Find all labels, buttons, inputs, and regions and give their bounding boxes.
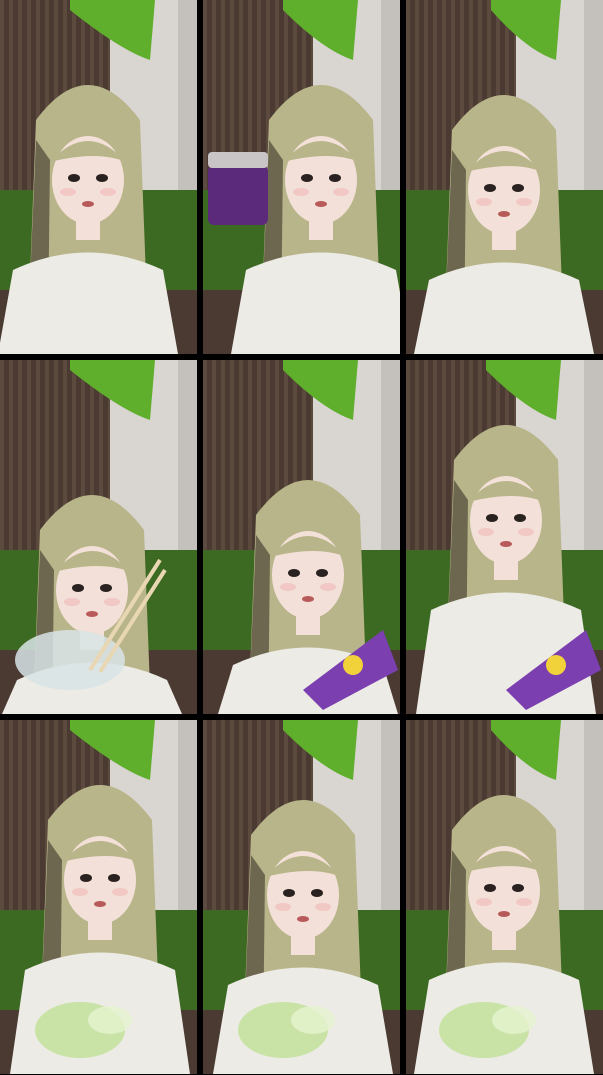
video-frame-8 bbox=[203, 720, 400, 1074]
frame-illustration bbox=[406, 0, 603, 354]
wall-edge bbox=[178, 720, 197, 930]
blush bbox=[104, 598, 120, 606]
shirt bbox=[0, 252, 178, 354]
left-eye bbox=[484, 184, 496, 192]
video-frame-5 bbox=[203, 360, 400, 714]
mouth bbox=[498, 911, 510, 917]
blush bbox=[333, 188, 349, 196]
wall-edge bbox=[584, 0, 603, 210]
blush bbox=[112, 888, 128, 896]
wall-edge bbox=[178, 360, 197, 570]
blush bbox=[280, 583, 296, 591]
wall-edge bbox=[381, 360, 400, 570]
blush bbox=[275, 903, 291, 911]
video-frame-6 bbox=[406, 360, 603, 714]
blush bbox=[476, 898, 492, 906]
slime-highlight bbox=[88, 1006, 132, 1034]
blush bbox=[60, 188, 76, 196]
wall-edge bbox=[381, 720, 400, 930]
left-eye bbox=[283, 889, 295, 897]
left-eye bbox=[68, 174, 80, 182]
video-frame-grid bbox=[0, 0, 603, 1075]
right-eye bbox=[311, 889, 323, 897]
mouth bbox=[315, 201, 327, 207]
right-eye bbox=[96, 174, 108, 182]
slime-highlight bbox=[492, 1006, 536, 1034]
slime-highlight bbox=[291, 1006, 335, 1034]
frame-illustration bbox=[0, 720, 197, 1074]
frame-illustration bbox=[203, 360, 400, 714]
blush bbox=[72, 888, 88, 896]
mouth bbox=[500, 541, 512, 547]
blush bbox=[320, 583, 336, 591]
frame-illustration bbox=[406, 720, 603, 1074]
frame-illustration bbox=[203, 0, 400, 354]
jar bbox=[208, 165, 268, 225]
wall-edge bbox=[584, 720, 603, 930]
blush bbox=[516, 198, 532, 206]
shirt bbox=[414, 262, 594, 354]
video-frame-4 bbox=[0, 360, 197, 714]
wall-edge bbox=[584, 360, 603, 570]
frame-illustration bbox=[203, 720, 400, 1074]
blush bbox=[518, 528, 534, 536]
blush bbox=[64, 598, 80, 606]
blush bbox=[478, 528, 494, 536]
left-eye bbox=[72, 584, 84, 592]
right-eye bbox=[512, 884, 524, 892]
left-eye bbox=[80, 874, 92, 882]
left-eye bbox=[288, 569, 300, 577]
blush bbox=[293, 188, 309, 196]
jar-lid bbox=[208, 152, 268, 168]
right-eye bbox=[100, 584, 112, 592]
frame-illustration bbox=[406, 360, 603, 714]
video-frame-2 bbox=[203, 0, 400, 354]
shirt bbox=[231, 252, 400, 354]
frame-illustration bbox=[0, 360, 197, 714]
right-eye bbox=[514, 514, 526, 522]
mouth bbox=[302, 596, 314, 602]
right-eye bbox=[316, 569, 328, 577]
right-eye bbox=[108, 874, 120, 882]
video-frame-3 bbox=[406, 0, 603, 354]
wall-edge bbox=[178, 0, 197, 210]
blush bbox=[516, 898, 532, 906]
blush bbox=[315, 903, 331, 911]
video-frame-7 bbox=[0, 720, 197, 1074]
left-eye bbox=[484, 884, 496, 892]
snack-bag-graphic bbox=[343, 655, 363, 675]
mouth bbox=[498, 211, 510, 217]
video-frame-1 bbox=[0, 0, 197, 354]
wall-edge bbox=[381, 0, 400, 210]
snack-bag-graphic bbox=[546, 655, 566, 675]
left-eye bbox=[486, 514, 498, 522]
mouth bbox=[86, 611, 98, 617]
frame-illustration bbox=[0, 0, 197, 354]
video-frame-9 bbox=[406, 720, 603, 1074]
mouth bbox=[297, 916, 309, 922]
left-eye bbox=[301, 174, 313, 182]
mouth bbox=[82, 201, 94, 207]
right-eye bbox=[512, 184, 524, 192]
blush bbox=[476, 198, 492, 206]
blush bbox=[100, 188, 116, 196]
right-eye bbox=[329, 174, 341, 182]
mouth bbox=[94, 901, 106, 907]
